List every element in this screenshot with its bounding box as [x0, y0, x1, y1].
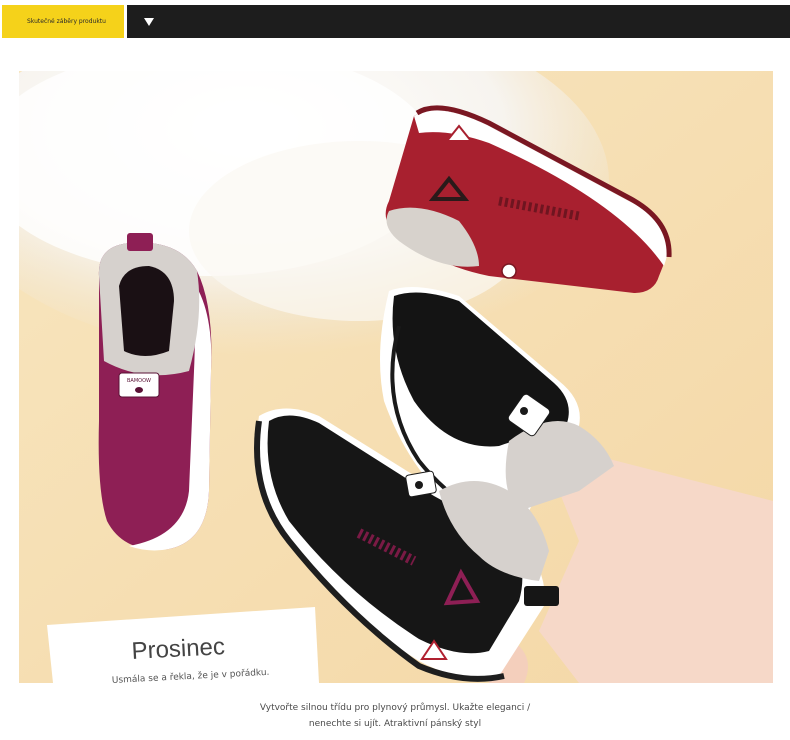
triangle-down-icon[interactable]	[144, 18, 154, 26]
product-photo: BAMOOW Prosinec Usmála se a řekla, že je…	[19, 71, 773, 683]
product-caption: Vytvořte silnou třídu pro plynový průmys…	[0, 700, 790, 732]
card-title: Prosinec	[131, 633, 226, 665]
product-tag-label: Skutečné záběry produktu	[27, 18, 106, 25]
product-header: Skutečné záběry produktu	[0, 4, 790, 39]
product-tag: Skutečné záběry produktu	[2, 5, 124, 38]
purple-shoe-badge: BAMOOW	[127, 378, 151, 384]
header-bar[interactable]	[127, 5, 790, 38]
purple-shoe: BAMOOW	[98, 233, 212, 551]
caption-line-2: nenechte si ujít. Atraktivní pánský styl	[308, 719, 482, 729]
caption-line-1: Vytvořte silnou třídu pro plynový průmys…	[259, 703, 531, 713]
